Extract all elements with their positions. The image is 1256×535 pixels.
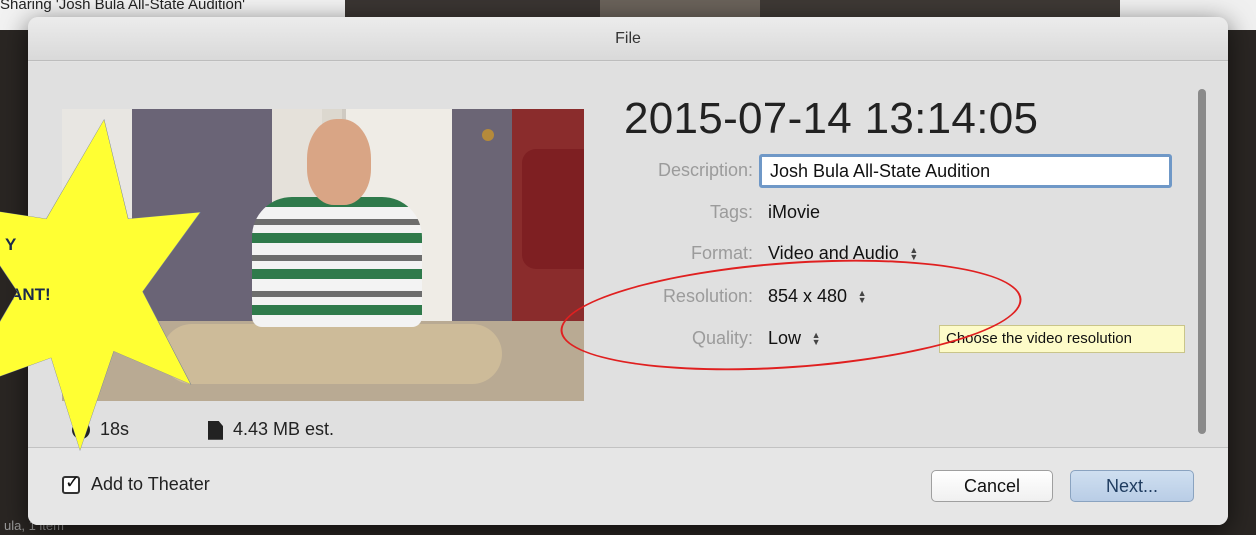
add-to-theater-checkbox[interactable] — [62, 472, 80, 494]
add-to-theater-label[interactable]: Add to Theater — [91, 474, 210, 495]
tags-value[interactable]: iMovie — [768, 202, 820, 223]
description-label: Description: — [657, 160, 753, 180]
dialog-footer: Add to Theater Cancel Next... — [28, 447, 1228, 525]
stepper-arrows-icon: ▲ ▼ — [909, 245, 919, 263]
vertical-scrollbar[interactable] — [1198, 89, 1206, 434]
thumbnail-person-legs — [162, 324, 502, 384]
next-button[interactable]: Next... — [1070, 470, 1194, 502]
description-input[interactable] — [759, 154, 1172, 188]
file-size-value: 4.43 MB est. — [233, 419, 335, 439]
tags-label: Tags: — [709, 202, 753, 222]
dialog-title: File — [28, 17, 1228, 61]
thumbnail-person-head — [307, 119, 371, 205]
project-date-title: 2015-07-14 13:14:05 — [624, 94, 1039, 143]
share-file-dialog: File 18s 4.43 MB est. 2015-07-14 13:14:0… — [28, 17, 1228, 525]
format-label: Format: — [690, 243, 753, 263]
thumbnail-door-knob — [482, 129, 494, 141]
file-size-info: 4.43 MB est. — [208, 414, 334, 444]
file-icon — [208, 420, 223, 440]
callout-text-line1: Y — [5, 235, 17, 254]
dialog-content: 18s 4.43 MB est. 2015-07-14 13:14:05 Des… — [28, 62, 1228, 447]
duration-value: 18s — [100, 419, 130, 439]
app-background-caption: Sharing 'Josh Bula All-State Audition' — [0, 0, 246, 13]
cancel-button[interactable]: Cancel — [931, 470, 1053, 502]
thumbnail-person-shirt — [252, 197, 422, 327]
callout-text-line2: TANT! — [1, 285, 51, 304]
